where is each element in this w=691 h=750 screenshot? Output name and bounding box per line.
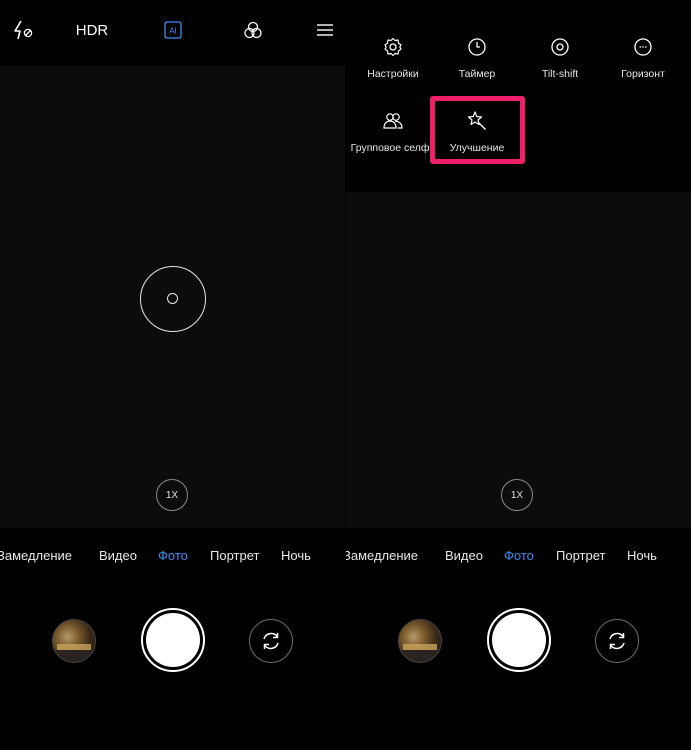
menu-item-settings[interactable]: Настройки — [350, 36, 436, 80]
gallery-thumbnail[interactable] — [52, 619, 96, 663]
gear-icon — [384, 37, 402, 57]
mode-night[interactable]: Ночь — [281, 548, 311, 563]
menu-item-horizon[interactable]: Горизонт — [600, 36, 686, 80]
mode-portrait[interactable]: Портрет — [210, 548, 259, 563]
camera-screen-right: Настройки Таймер Tilt-shift Горизонт Гру… — [346, 0, 691, 750]
switch-camera-button[interactable] — [595, 619, 639, 663]
mode-video[interactable]: Видео — [99, 548, 137, 563]
group-selfie-icon — [383, 113, 403, 129]
mode-selector: Замедление Видео Фото Портрет Ночь — [0, 548, 345, 566]
ai-button[interactable]: AI — [162, 18, 184, 42]
menu-item-tilt-shift[interactable]: Tilt-shift — [517, 36, 603, 80]
timer-icon — [468, 38, 486, 56]
zoom-button[interactable]: 1X — [156, 479, 188, 511]
switch-camera-button[interactable] — [249, 619, 293, 663]
mode-slowmo[interactable]: Замедление — [346, 548, 418, 563]
mode-portrait[interactable]: Портрет — [556, 548, 605, 563]
mode-night[interactable]: Ночь — [627, 548, 657, 563]
mode-selector: Замедление Видео Фото Портрет Ночь — [346, 548, 691, 566]
menu-icon[interactable] — [314, 18, 336, 42]
zoom-button[interactable]: 1X — [501, 479, 533, 511]
highlight-box — [430, 96, 525, 164]
svg-text:AI: AI — [169, 27, 177, 36]
hdr-button[interactable]: HDR — [74, 18, 110, 42]
gallery-thumbnail[interactable] — [398, 619, 442, 663]
flash-off-icon[interactable] — [12, 18, 34, 42]
camera-screen-left: HDR AI 1X Замедление Видео Фото Портрет … — [0, 0, 345, 750]
tilt-shift-icon — [551, 38, 569, 56]
mode-photo[interactable]: Фото — [158, 548, 188, 563]
horizon-icon — [634, 38, 652, 56]
shutter-button[interactable] — [141, 608, 205, 672]
menu-item-group-selfie[interactable]: Групповое селфи — [350, 110, 436, 154]
mode-photo[interactable]: Фото — [504, 548, 534, 563]
mode-slowmo[interactable]: Замедление — [0, 548, 72, 563]
filters-icon[interactable] — [241, 18, 265, 42]
focus-point — [167, 293, 178, 304]
menu-item-timer[interactable]: Таймер — [434, 36, 520, 80]
switch-camera-icon — [609, 632, 625, 650]
switch-camera-icon — [263, 632, 279, 650]
settings-menu: Настройки Таймер Tilt-shift Горизонт Гру… — [346, 0, 691, 192]
camera-topbar: HDR AI — [0, 0, 345, 66]
shutter-button[interactable] — [487, 608, 551, 672]
focus-ring — [140, 266, 206, 332]
mode-video[interactable]: Видео — [445, 548, 483, 563]
